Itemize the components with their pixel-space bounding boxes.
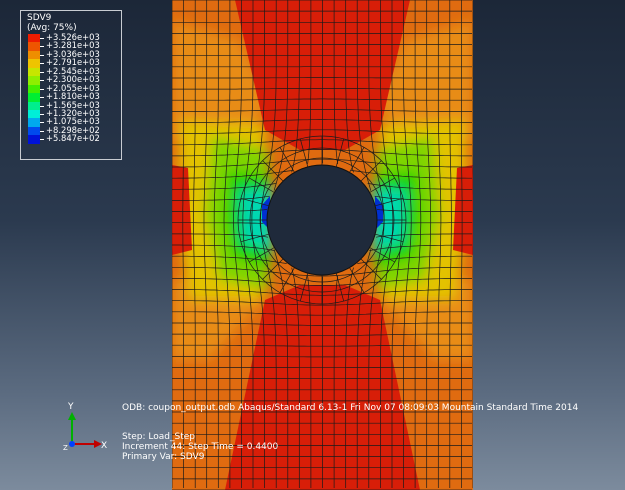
legend-value: +5.847e+02: [46, 133, 100, 144]
legend-swatch: [28, 76, 40, 85]
contour-legend: SDV9 (Avg: 75%) +3.526e+03 +3.281e+03 +3.0…: [20, 10, 122, 160]
legend-swatch: [28, 101, 40, 110]
legend-tick: [40, 130, 44, 132]
legend-swatch: [28, 118, 40, 127]
triad-z-origin: [69, 441, 75, 447]
triad-x-label: X: [101, 441, 107, 451]
triad-y-arrowhead: [68, 412, 76, 420]
legend-swatch: [28, 93, 40, 102]
legend-swatch: [28, 34, 40, 43]
legend-tick: [40, 63, 44, 65]
legend-tick: [40, 122, 44, 124]
step-line: Step: Load_Step: [122, 432, 195, 442]
legend-tick: [40, 88, 44, 90]
odb-info-line: ODB: coupon_output.odb Abaqus/Standard 6…: [122, 403, 579, 413]
primary-var-line: Primary Var: SDV9: [122, 452, 205, 462]
legend-swatch: [28, 67, 40, 77]
legend-swatch: [28, 109, 40, 119]
legend-swatch: [28, 126, 40, 136]
axis-triad: Y X Z: [63, 402, 107, 452]
legend-tick: [40, 38, 44, 39]
legend-tick: [40, 80, 44, 82]
legend-swatch: [28, 84, 40, 94]
legend-tick: [40, 97, 44, 99]
plate-hole: [266, 164, 378, 276]
legend-tick: [40, 54, 44, 56]
legend-tick: [40, 71, 44, 73]
triad-z-label: Z: [63, 444, 68, 452]
legend-swatch: [28, 42, 40, 51]
legend-tick: [40, 113, 44, 115]
legend-tick: [40, 105, 44, 107]
triad-y-label: Y: [67, 402, 74, 412]
legend-tick: [40, 46, 44, 48]
legend-swatch: [28, 50, 40, 60]
legend-title: SDV9: [27, 13, 52, 23]
legend-swatch: [28, 135, 40, 144]
increment-line: Increment 44: Step Time = 0.4400: [122, 442, 279, 452]
legend-swatch: [28, 59, 40, 68]
legend-tick: [40, 139, 44, 141]
